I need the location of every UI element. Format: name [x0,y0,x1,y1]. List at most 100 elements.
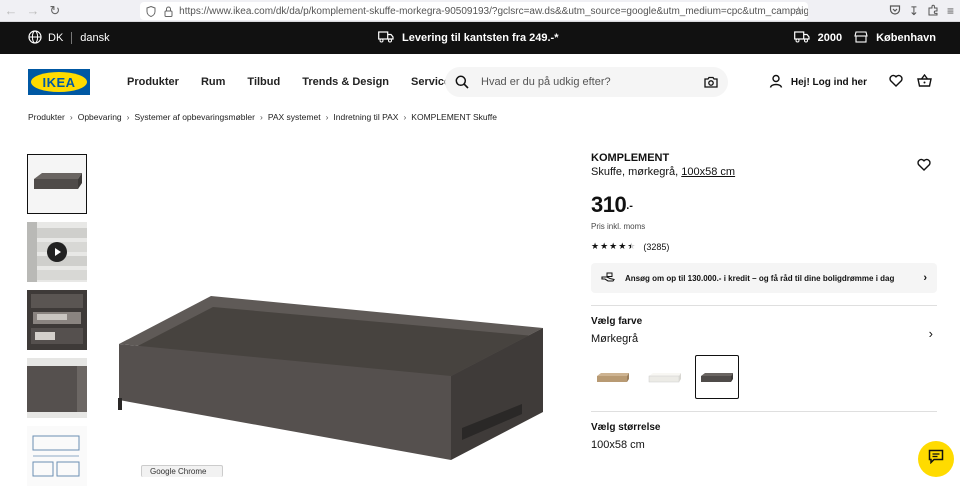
heart-icon[interactable] [889,74,903,90]
favorite-heart-icon[interactable] [917,158,931,176]
site-header: IKEA Produkter Rum Tilbud Trends & Desig… [0,54,960,110]
chevron-right-icon: › [403,112,407,122]
thumbnail-video[interactable] [27,222,87,282]
star-icon: ★ [609,241,618,251]
breadcrumb-item[interactable]: Produkter [28,112,65,122]
price-amount: 310 [591,192,627,217]
review-count: (3285) [643,241,670,252]
reload-icon[interactable]: ↻ [44,0,66,22]
store-label: København [876,32,936,44]
delivery-text: Levering til kantsten fra 249.-* [402,32,559,44]
globe-icon [28,29,42,47]
star-icon: ★ [618,241,627,251]
thumbnail-dimensions[interactable] [27,426,87,486]
divider [591,411,937,412]
breadcrumb-item[interactable]: Systemer af opbevaringsmøbler [135,112,255,122]
logo-text: IKEA [31,72,87,92]
star-icon: ★ [600,241,609,251]
download-icon[interactable]: ↧ [909,4,919,18]
size-selector[interactable]: Vælg størrelse 100x58 cm [591,422,937,451]
store-icon [854,30,868,46]
search-placeholder: Hvad er du på udkig efter? [481,76,611,88]
size-title: Vælg størrelse [591,422,661,433]
product-name: KOMPLEMENT [591,152,670,164]
user-icon [769,74,783,91]
color-swatches [591,355,937,399]
price-suffix: .- [626,200,633,212]
divider [591,305,937,306]
swatch-color [597,376,627,382]
star-icon: ★ [591,241,600,251]
chevron-right-icon: › [69,112,73,122]
shield-icon[interactable] [144,4,158,18]
main-navigation: Produkter Rum Tilbud Trends & Design Ser… [127,54,476,110]
divider [71,32,73,44]
search-input[interactable]: Hvad er du på udkig efter? [445,67,728,97]
chevron-right-icon: › [259,112,263,122]
swatch-white[interactable] [643,355,687,399]
nav-rum[interactable]: Rum [201,76,225,88]
breadcrumb-item[interactable]: Opbevaring [78,112,122,122]
cart-icon[interactable] [917,73,932,90]
camera-icon[interactable] [704,76,718,88]
price: 310 .- [591,192,937,218]
thumbnail-interior[interactable] [27,290,87,350]
half-star-icon: ★ [627,241,636,251]
back-icon[interactable]: ← [0,0,22,22]
search-icon [455,75,471,89]
country-code: DK [48,32,64,44]
swatch-color [701,376,731,382]
truck-icon [378,30,394,46]
chevron-right-icon: › [126,112,130,122]
product-info-panel: KOMPLEMENT Skuffe, mørkegrå, 100x58 cm 3… [591,152,937,451]
size-value: 100x58 cm [591,439,645,451]
pocket-icon[interactable] [889,4,901,19]
credit-hand-icon [601,272,615,284]
browser-toolbar: ← → ↻ https://www.ikea.com/dk/da/p/kompl… [0,0,960,22]
product-description: Skuffe, mørkegrå, 100x58 cm [591,166,937,178]
url-text[interactable]: https://www.ikea.com/dk/da/p/komplement-… [179,6,808,17]
color-title: Vælg farve [591,316,643,327]
swatch-walnut[interactable] [591,355,635,399]
lock-icon[interactable] [162,4,176,18]
forward-icon[interactable]: → [22,0,44,22]
bookmark-star-icon[interactable]: ☆ [793,4,804,18]
play-icon [47,242,67,262]
extensions-icon[interactable] [927,4,939,19]
postcode-selector[interactable]: 2000 [793,30,843,46]
ikea-logo[interactable]: IKEA [28,69,90,95]
menu-icon[interactable]: ≡ [947,4,954,18]
rating-stars-icon: ★ ★ ★ ★ ★ [591,241,635,252]
swatch-color [648,375,680,383]
color-selector[interactable]: Vælg farve Mørkegrå › [591,316,937,399]
chat-button[interactable] [918,441,954,477]
thumbnail-front[interactable] [27,358,87,418]
browser-tooltip: Google Chrome [141,465,223,477]
login-link[interactable]: Hej! Log ind her [769,74,867,91]
postcode-label: 2000 [817,32,843,44]
chevron-right-icon: › [923,272,927,284]
address-bar[interactable]: https://www.ikea.com/dk/da/p/komplement-… [140,2,808,20]
thumbnail-drawer[interactable] [27,154,87,214]
swatch-dark-grey[interactable] [695,355,739,399]
breadcrumb-item[interactable]: Indretning til PAX [333,112,398,122]
language-label: dansk [80,32,110,44]
chevron-right-icon: › [325,112,329,122]
product-desc-text: Skuffe, mørkegrå, [591,166,679,178]
credit-banner[interactable]: Ansøg om op til 130.000.- i kredit – og … [591,263,937,293]
image-thumbnails [27,154,87,494]
nav-trends-design[interactable]: Trends & Design [302,76,389,88]
language-selector[interactable]: DK dansk [28,29,110,47]
truck-icon [793,30,810,46]
rating[interactable]: ★ ★ ★ ★ ★ (3285) [591,241,937,252]
breadcrumb: Produkter › Opbevaring › Systemer af opb… [28,112,497,122]
chat-icon [928,449,944,469]
price-note: Pris inkl. moms [591,222,646,231]
product-image[interactable] [110,290,550,475]
breadcrumb-item[interactable]: PAX systemet [268,112,321,122]
product-size-link[interactable]: 100x58 cm [681,166,735,178]
nav-tilbud[interactable]: Tilbud [247,76,280,88]
store-selector[interactable]: København [854,30,936,46]
delivery-banner[interactable]: Levering til kantsten fra 249.-* [378,30,559,46]
nav-produkter[interactable]: Produkter [127,76,179,88]
